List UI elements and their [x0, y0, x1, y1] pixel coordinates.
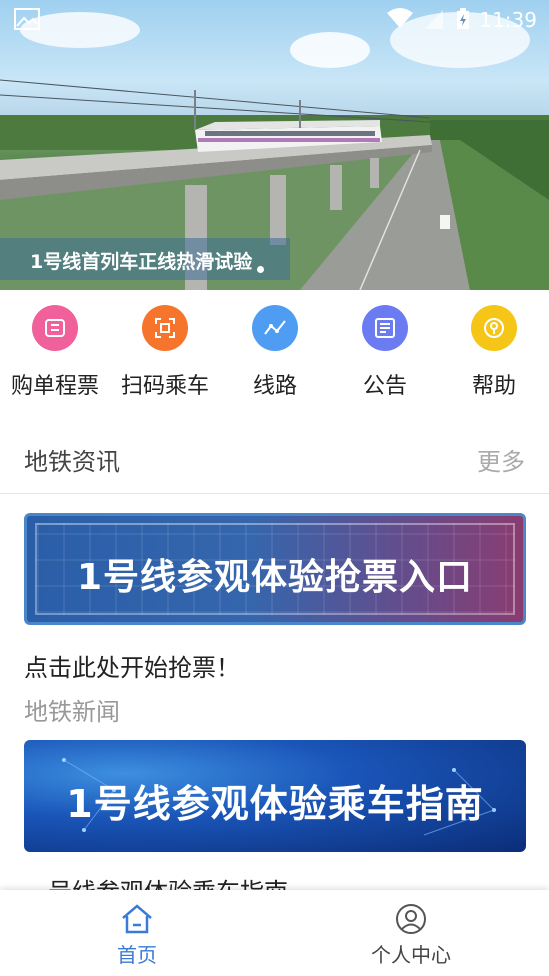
menu-label: 购单程票: [10, 374, 99, 399]
more-link[interactable]: 更多: [477, 442, 525, 477]
help-icon: [471, 305, 517, 351]
tab-profile[interactable]: 个人中心: [274, 890, 548, 976]
route-button[interactable]: 线路: [220, 300, 330, 400]
home-icon: [122, 904, 152, 934]
news-section-title: 地铁资讯: [24, 448, 120, 476]
quick-menu: 购单程票 扫码乘车 线路 公告 帮助: [0, 300, 549, 400]
hero-banner[interactable]: 11:39 1号线首列车正线热滑试验: [0, 0, 549, 290]
cellular-signal-icon: [425, 10, 443, 29]
scan-icon: [142, 305, 188, 351]
news-section-header: 地铁资讯 更多: [0, 430, 549, 494]
announcement-icon: [362, 305, 408, 351]
status-bar: 11:39: [0, 0, 549, 38]
wifi-icon: [387, 8, 413, 28]
ticket-icon: [32, 305, 78, 351]
tab-home[interactable]: 首页: [0, 890, 274, 976]
news-banner-guide[interactable]: 1号线参观体验乘车指南: [24, 740, 526, 852]
buy-ticket-button[interactable]: 购单程票: [0, 300, 110, 400]
scan-ride-button[interactable]: 扫码乘车: [110, 300, 220, 400]
route-icon: [252, 305, 298, 351]
image-notification-icon: [14, 8, 40, 30]
carousel-indicator[interactable]: [257, 266, 264, 273]
news-item-title[interactable]: 点击此处开始抢票！: [24, 648, 240, 683]
news-banner-text: 1号线参观体验乘车指南: [66, 782, 484, 826]
user-icon: [396, 904, 426, 934]
menu-label: 扫码乘车: [120, 374, 209, 399]
banner-caption: 1号线首列车正线热滑试验: [0, 238, 290, 280]
bottom-tab-bar: 首页 个人中心: [0, 890, 549, 976]
menu-label: 帮助: [471, 374, 516, 399]
battery-icon: [457, 8, 469, 29]
menu-label: 公告: [362, 374, 407, 399]
news-item-category: 地铁新闻: [24, 698, 120, 726]
tab-profile-label: 个人中心: [371, 943, 451, 967]
announcement-button[interactable]: 公告: [330, 300, 440, 400]
news-banner-ticket[interactable]: 1号线参观体验抢票入口: [24, 513, 526, 625]
tab-home-label: 首页: [117, 943, 157, 967]
news-banner-text: 1号线参观体验抢票入口: [76, 557, 474, 598]
menu-label: 线路: [252, 374, 297, 399]
help-button[interactable]: 帮助: [439, 300, 549, 400]
status-time: 11:39: [479, 8, 537, 32]
